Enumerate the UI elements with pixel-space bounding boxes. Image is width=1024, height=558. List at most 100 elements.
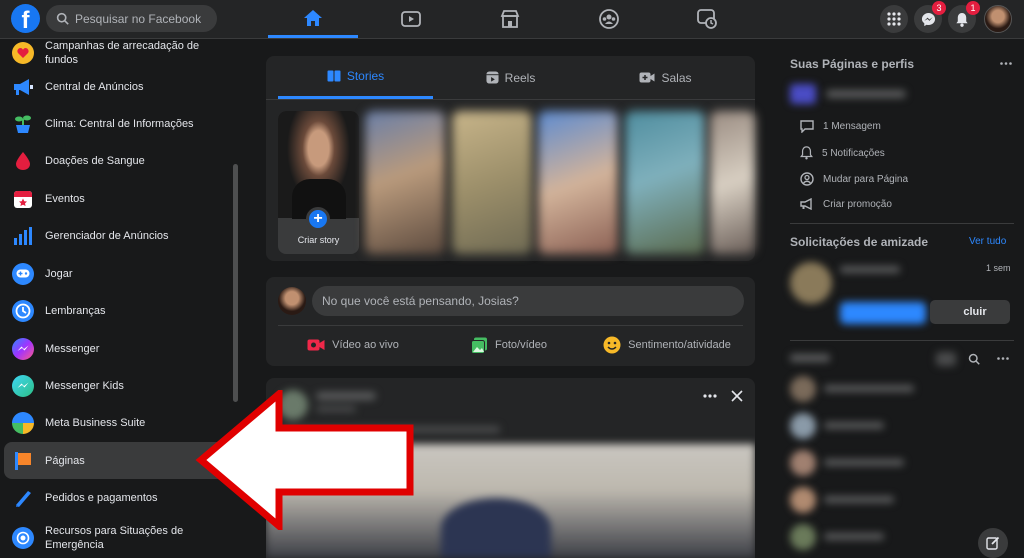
contact-name-blurred[interactable] [824,385,914,392]
sidebar-item-label: Campanhas de arrecadação de fundos [45,40,200,66]
sidebar-item-climate[interactable]: Clima: Central de Informações [4,105,226,142]
tab-marketplace[interactable] [465,0,555,38]
sidebar-item-emergency-resources[interactable]: Recursos para Situações de Emergência [4,517,226,558]
tab-reels-label: Reels [504,70,536,85]
contacts-title-blurred [790,354,830,362]
home-icon [304,9,322,26]
avatar[interactable] [278,287,306,315]
sidebar-item-events[interactable]: Eventos [4,180,226,217]
sidebar-item-blood-donations[interactable]: Doações de Sangue [4,142,226,179]
story-card[interactable] [365,111,445,254]
messenger-icon [12,337,34,360]
contact-avatar-blurred[interactable] [790,450,816,476]
story-card[interactable] [710,111,755,254]
plant-icon [12,113,34,135]
tab-home[interactable] [268,0,358,38]
messenger-badge: 3 [932,1,946,15]
contact-name-blurred[interactable] [824,422,884,429]
see-all-link[interactable]: Ver tudo [969,236,1006,247]
create-promotion-label: Criar promoção [823,198,892,210]
tab-video[interactable] [366,0,456,38]
close-icon[interactable] [731,390,743,402]
sidebar-item-meta-business-suite[interactable]: Meta Business Suite [4,404,226,441]
post-actions [703,390,743,402]
switch-profile-icon [800,172,814,186]
contact-avatar-blurred[interactable] [790,524,816,550]
contact-name-blurred[interactable] [824,459,904,466]
post-composer: No que você está pensando, Josias? Vídeo… [266,277,755,366]
sidebar-item-memories[interactable]: Lembranças [4,292,226,329]
facebook-logo[interactable]: f [11,4,40,33]
sidebar-item-label: Messenger Kids [45,379,124,392]
sidebar-item-play[interactable]: Jogar [4,255,226,292]
page-messages-label: 1 Mensagem [823,121,881,132]
emergency-icon [12,527,34,549]
gaming-icon [697,9,717,29]
contact-avatar-blurred[interactable] [790,413,816,439]
more-options-icon[interactable] [1000,62,1012,65]
search-input[interactable] [75,11,205,26]
search-box[interactable] [46,5,217,32]
confirm-button-blurred[interactable] [840,302,926,324]
delete-request-button[interactable]: cluir [930,300,1010,324]
more-options-icon[interactable] [703,394,717,398]
whats-on-your-mind-input[interactable]: No que você está pensando, Josias? [312,286,744,316]
sidebar-item-pages[interactable]: Páginas [4,442,226,479]
switch-to-page-row[interactable]: Mudar para Página [800,172,908,186]
sidebar-item-orders-payments[interactable]: Pedidos e pagamentos [4,479,226,516]
right-divider [790,340,1014,341]
sidebar-scrollbar[interactable] [233,164,238,402]
messenger-button[interactable]: 3 [914,1,946,33]
create-story-card[interactable]: + Criar story [278,111,359,254]
page-avatar-blurred[interactable] [790,84,816,104]
sidebar-item-label: Jogar [45,267,73,280]
sidebar-item-label: Pedidos e pagamentos [45,491,158,504]
menu-button[interactable] [880,5,908,33]
story-card[interactable] [538,111,618,254]
tab-stories[interactable]: Stories [278,56,433,99]
friend-request-avatar-blurred[interactable] [790,262,832,304]
contact-avatar-blurred[interactable] [790,376,816,402]
tab-rooms[interactable]: Salas [588,56,743,99]
sidebar-item-ads-manager[interactable]: Gerenciador de Anúncios [4,217,226,254]
sidebar-item-label: Clima: Central de Informações [45,117,194,130]
search-icon[interactable] [968,353,980,365]
story-card[interactable] [452,111,532,254]
page-notifications-row[interactable]: 5 Notificações [800,146,885,160]
photo-video-button[interactable]: Foto/vídeo [434,329,584,361]
sidebar-item-messenger[interactable]: Messenger [4,330,226,367]
page-messages-row[interactable]: 1 Mensagem [800,120,881,133]
tab-reels[interactable]: Reels [433,56,588,99]
sidebar-item-fundraisers[interactable]: Campanhas de arrecadação de fundos [4,33,226,73]
contact-name-blurred[interactable] [824,533,884,540]
book-icon [327,70,341,82]
plus-icon[interactable]: + [306,207,330,231]
friend-request-name-blurred[interactable] [840,266,900,273]
contact-avatar-blurred[interactable] [790,487,816,513]
feeling-activity-button[interactable]: Sentimento/atividade [592,329,742,361]
business-suite-icon [12,411,34,434]
create-promotion-row[interactable]: Criar promoção [800,198,892,210]
video-room-icon-blurred[interactable] [936,352,956,366]
profile-avatar[interactable] [984,5,1012,33]
tab-groups[interactable] [564,0,654,38]
tab-gaming[interactable] [662,0,752,38]
video-icon [401,11,421,27]
story-card[interactable] [625,111,705,254]
notifications-button[interactable]: 1 [948,1,980,33]
sidebar-item-messenger-kids[interactable]: Messenger Kids [4,367,226,404]
compose-icon [986,536,1000,550]
pages-profiles-title: Suas Páginas e perfis [790,57,915,71]
tab-stories-label: Stories [346,69,385,83]
live-video-button[interactable]: Vídeo ao vivo [278,329,428,361]
new-message-button[interactable] [978,528,1008,558]
bell-icon [956,12,968,27]
clock-icon [12,299,34,322]
groups-icon [599,9,619,29]
page-name-blurred[interactable] [826,90,906,98]
smiley-icon [603,336,621,354]
sidebar-item-ad-center[interactable]: Central de Anúncios [4,68,226,105]
contact-name-blurred[interactable] [824,496,894,503]
more-options-icon[interactable] [997,357,1009,360]
red-arrow-annotation [195,390,414,530]
